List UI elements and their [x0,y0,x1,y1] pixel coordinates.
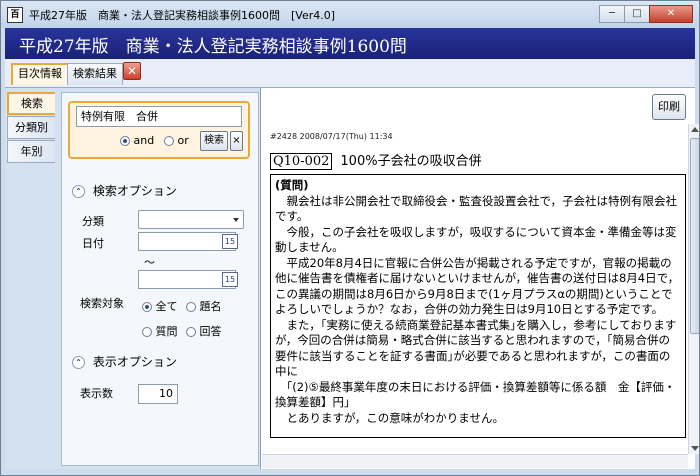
display-options-title: 表示オプション [92,355,177,369]
clear-button[interactable]: × [230,131,243,151]
target-label: 検索対象 [80,297,124,310]
post-meta: #2428 2008/07/17(Thu) 11:34 [270,132,393,141]
target-question-label: 質問 [155,325,178,338]
body-paragraph: また，｢実務に使える続商業登記基本書式集｣を購入し，参考にしておりますが，今回の… [275,317,677,379]
vertical-tabs: 検索 分類別 年別 [7,92,55,164]
target-answer-label: 回答 [199,325,222,338]
query-box: 特例有限 合併 and or 検索 × [68,101,250,159]
target-all-option[interactable]: 全て [142,298,178,314]
date-range-tilde: ～ [144,256,155,269]
target-all-label: 全て [155,300,178,313]
app-icon[interactable]: 百 [7,6,23,23]
vertical-scrollbar[interactable] [688,124,699,454]
target-answer-option[interactable]: 回答 [186,323,222,339]
mode-or-label: or [177,134,189,147]
question-id: Q10-002 [270,153,333,170]
display-options-header[interactable]: ⌃ 表示オプション [72,353,177,370]
search-options-header[interactable]: ⌃ 検索オプション [72,182,177,199]
tab-toc[interactable]: 目次情報 [11,63,69,85]
collapse-icon[interactable]: ⌃ [72,185,85,198]
target-question-option[interactable]: 質問 [142,323,178,339]
chevron-down-icon [233,218,239,222]
body-paragraph: とありますが，この意味がわかりません。 [275,410,504,425]
content-panel: 印刷 #2428 2008/07/17(Thu) 11:34 Q10-002 10… [262,88,699,470]
mode-or-option[interactable]: or [164,134,189,147]
collapse-icon[interactable]: ⌃ [72,356,85,369]
title-bar[interactable]: 百 平成27年版 商業・法人登記実務相談事例1600問 [Ver4.0] ─ □… [1,1,699,28]
search-pane: 特例有限 合併 and or 検索 × ⌃ 検索オプション 分類 日付 15 ～… [61,92,259,466]
body-paragraph: 平成20年8月4日に官報に合併公告が掲載される予定ですが，官報の掲載の他に催告書… [275,255,680,317]
search-options-title: 検索オプション [92,184,177,198]
horizontal-scrollbar[interactable] [262,454,688,468]
scroll-thumb[interactable] [690,138,699,334]
question-title: Q10-002 100%子会社の吸収合併 [270,150,482,170]
category-label: 分類 [82,215,104,228]
mode-and-radio[interactable] [120,136,130,146]
main-area: 検索 分類別 年別 特例有限 合併 and or 検索 × ⌃ 検索オプション … [5,87,699,470]
target-title-label: 題名 [199,300,222,313]
vtab-category[interactable]: 分類別 [7,116,55,139]
search-button[interactable]: 検索 [200,131,228,151]
maximize-button[interactable]: □ [624,5,650,23]
search-input[interactable]: 特例有限 合併 [76,106,242,127]
close-button[interactable]: ✕ [649,5,693,23]
body-heading: (質問) [275,178,309,192]
print-button[interactable]: 印刷 [652,94,686,120]
body-paragraph: ｢(2)⑤最終事業年度の末日における評価・換算差額等に係る額 金【評価・換算差額… [275,379,676,410]
mode-or-radio[interactable] [164,136,174,146]
tab-search-results[interactable]: 検索結果 [67,63,123,85]
target-question-radio[interactable] [142,327,152,337]
tab-strip: 目次情報 検索結果 ✕ [5,59,695,87]
left-panel: 検索 分類別 年別 特例有限 合併 and or 検索 × ⌃ 検索オプション … [5,88,261,470]
window-title: 平成27年版 商業・法人登記実務相談事例1600問 [Ver4.0] [29,8,336,22]
target-answer-radio[interactable] [186,327,196,337]
question-body: (質問) 親会社は非公開会社で取締役会・監査役設置会社で，子会社は特例有限会社で… [270,174,686,438]
target-title-radio[interactable] [186,302,196,312]
close-tab-icon[interactable]: ✕ [123,62,141,80]
vtab-search[interactable]: 検索 [7,92,55,115]
body-paragraph: 今般，この子会社を吸収しますが，吸収するについて資本金・準備金等は変動しません。 [275,224,677,255]
count-label: 表示数 [80,387,113,400]
window-controls: ─ □ ✕ [599,5,693,23]
calendar-icon[interactable]: 15 [222,234,238,249]
banner-title: 平成27年版 商業・法人登記実務相談事例1600問 [19,37,407,57]
question-heading: 100%子会社の吸収合併 [340,154,482,169]
date-label: 日付 [82,237,104,250]
app-banner: 平成27年版 商業・法人登記実務相談事例1600問 [5,28,695,59]
target-all-radio[interactable] [142,302,152,312]
scroll-down-icon[interactable] [691,446,699,451]
status-bar [5,469,695,475]
app-window: 百 平成27年版 商業・法人登記実務相談事例1600問 [Ver4.0] ─ □… [0,0,700,476]
mode-and-option[interactable]: and [120,134,154,147]
mode-and-label: and [133,134,155,147]
minimize-button[interactable]: ─ [599,5,625,23]
category-dropdown[interactable] [138,210,244,229]
target-title-option[interactable]: 題名 [186,298,222,314]
calendar-icon[interactable]: 15 [222,272,238,287]
scroll-up-icon[interactable] [691,127,699,132]
vtab-year[interactable]: 年別 [7,140,55,163]
count-field[interactable]: 10 [138,384,178,404]
body-paragraph: 親会社は非公開会社で取締役会・監査役設置会社で，子会社は特例有限会社です。 [275,193,678,224]
